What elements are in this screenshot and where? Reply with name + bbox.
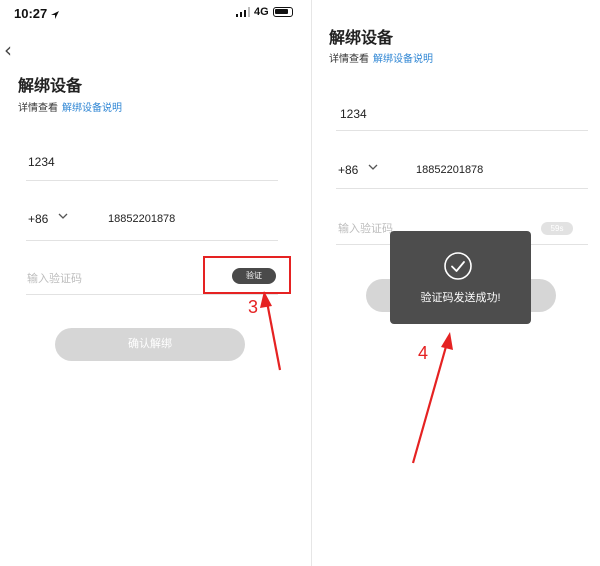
check-circle-icon — [444, 252, 472, 280]
arrow-to-toast-icon — [411, 332, 453, 464]
toast-message: 验证码发送成功! — [420, 292, 501, 304]
arrow-to-verify-icon — [260, 291, 282, 371]
success-toast: 验证码发送成功! — [390, 231, 531, 324]
